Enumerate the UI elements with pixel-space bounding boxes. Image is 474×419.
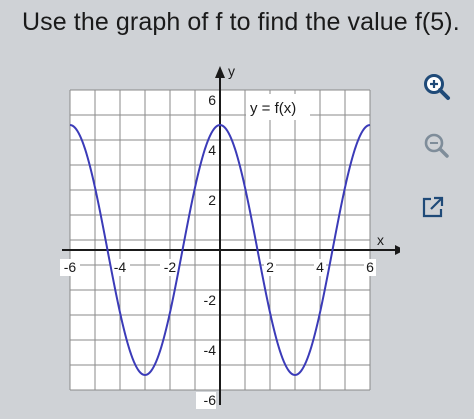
y-tick-label: -4: [204, 342, 217, 358]
graph-panel: x y -6 -4 -2 2 4 6 6 4 2 -2 -4 -6 y = f(x): [60, 60, 400, 419]
x-tick-label: -4: [114, 259, 127, 275]
x-tick-label: -6: [64, 259, 77, 275]
y-axis-label: y: [228, 63, 235, 79]
x-tick-label: 4: [316, 259, 324, 275]
function-label: y = f(x): [250, 100, 296, 117]
y-tick-label: 6: [208, 92, 216, 108]
x-axis-arrow: [395, 245, 400, 255]
x-axis-label: x: [377, 232, 384, 248]
y-tick-label: 4: [208, 142, 216, 158]
x-tick-label: -2: [164, 259, 177, 275]
zoom-in-button[interactable]: [420, 70, 454, 104]
external-link-icon: [422, 196, 444, 218]
x-tick-label: 2: [266, 259, 274, 275]
y-tick-label: -6: [204, 392, 217, 408]
zoom-in-icon: [424, 74, 450, 100]
function-graph: x y -6 -4 -2 2 4 6 6 4 2 -2 -4 -6 y = f(x): [60, 63, 400, 409]
x-tick-label: 6: [366, 259, 374, 275]
y-tick-label: 2: [208, 192, 216, 208]
question-text: Use the graph of f to find the value f(5…: [22, 8, 460, 36]
open-external-button[interactable]: [416, 190, 450, 224]
zoom-out-icon: [424, 133, 449, 158]
zoom-out-button[interactable]: [420, 129, 454, 163]
y-axis-arrow: [215, 66, 225, 78]
y-tick-label: -2: [204, 292, 217, 308]
function-label-box: y = f(x): [246, 94, 310, 120]
